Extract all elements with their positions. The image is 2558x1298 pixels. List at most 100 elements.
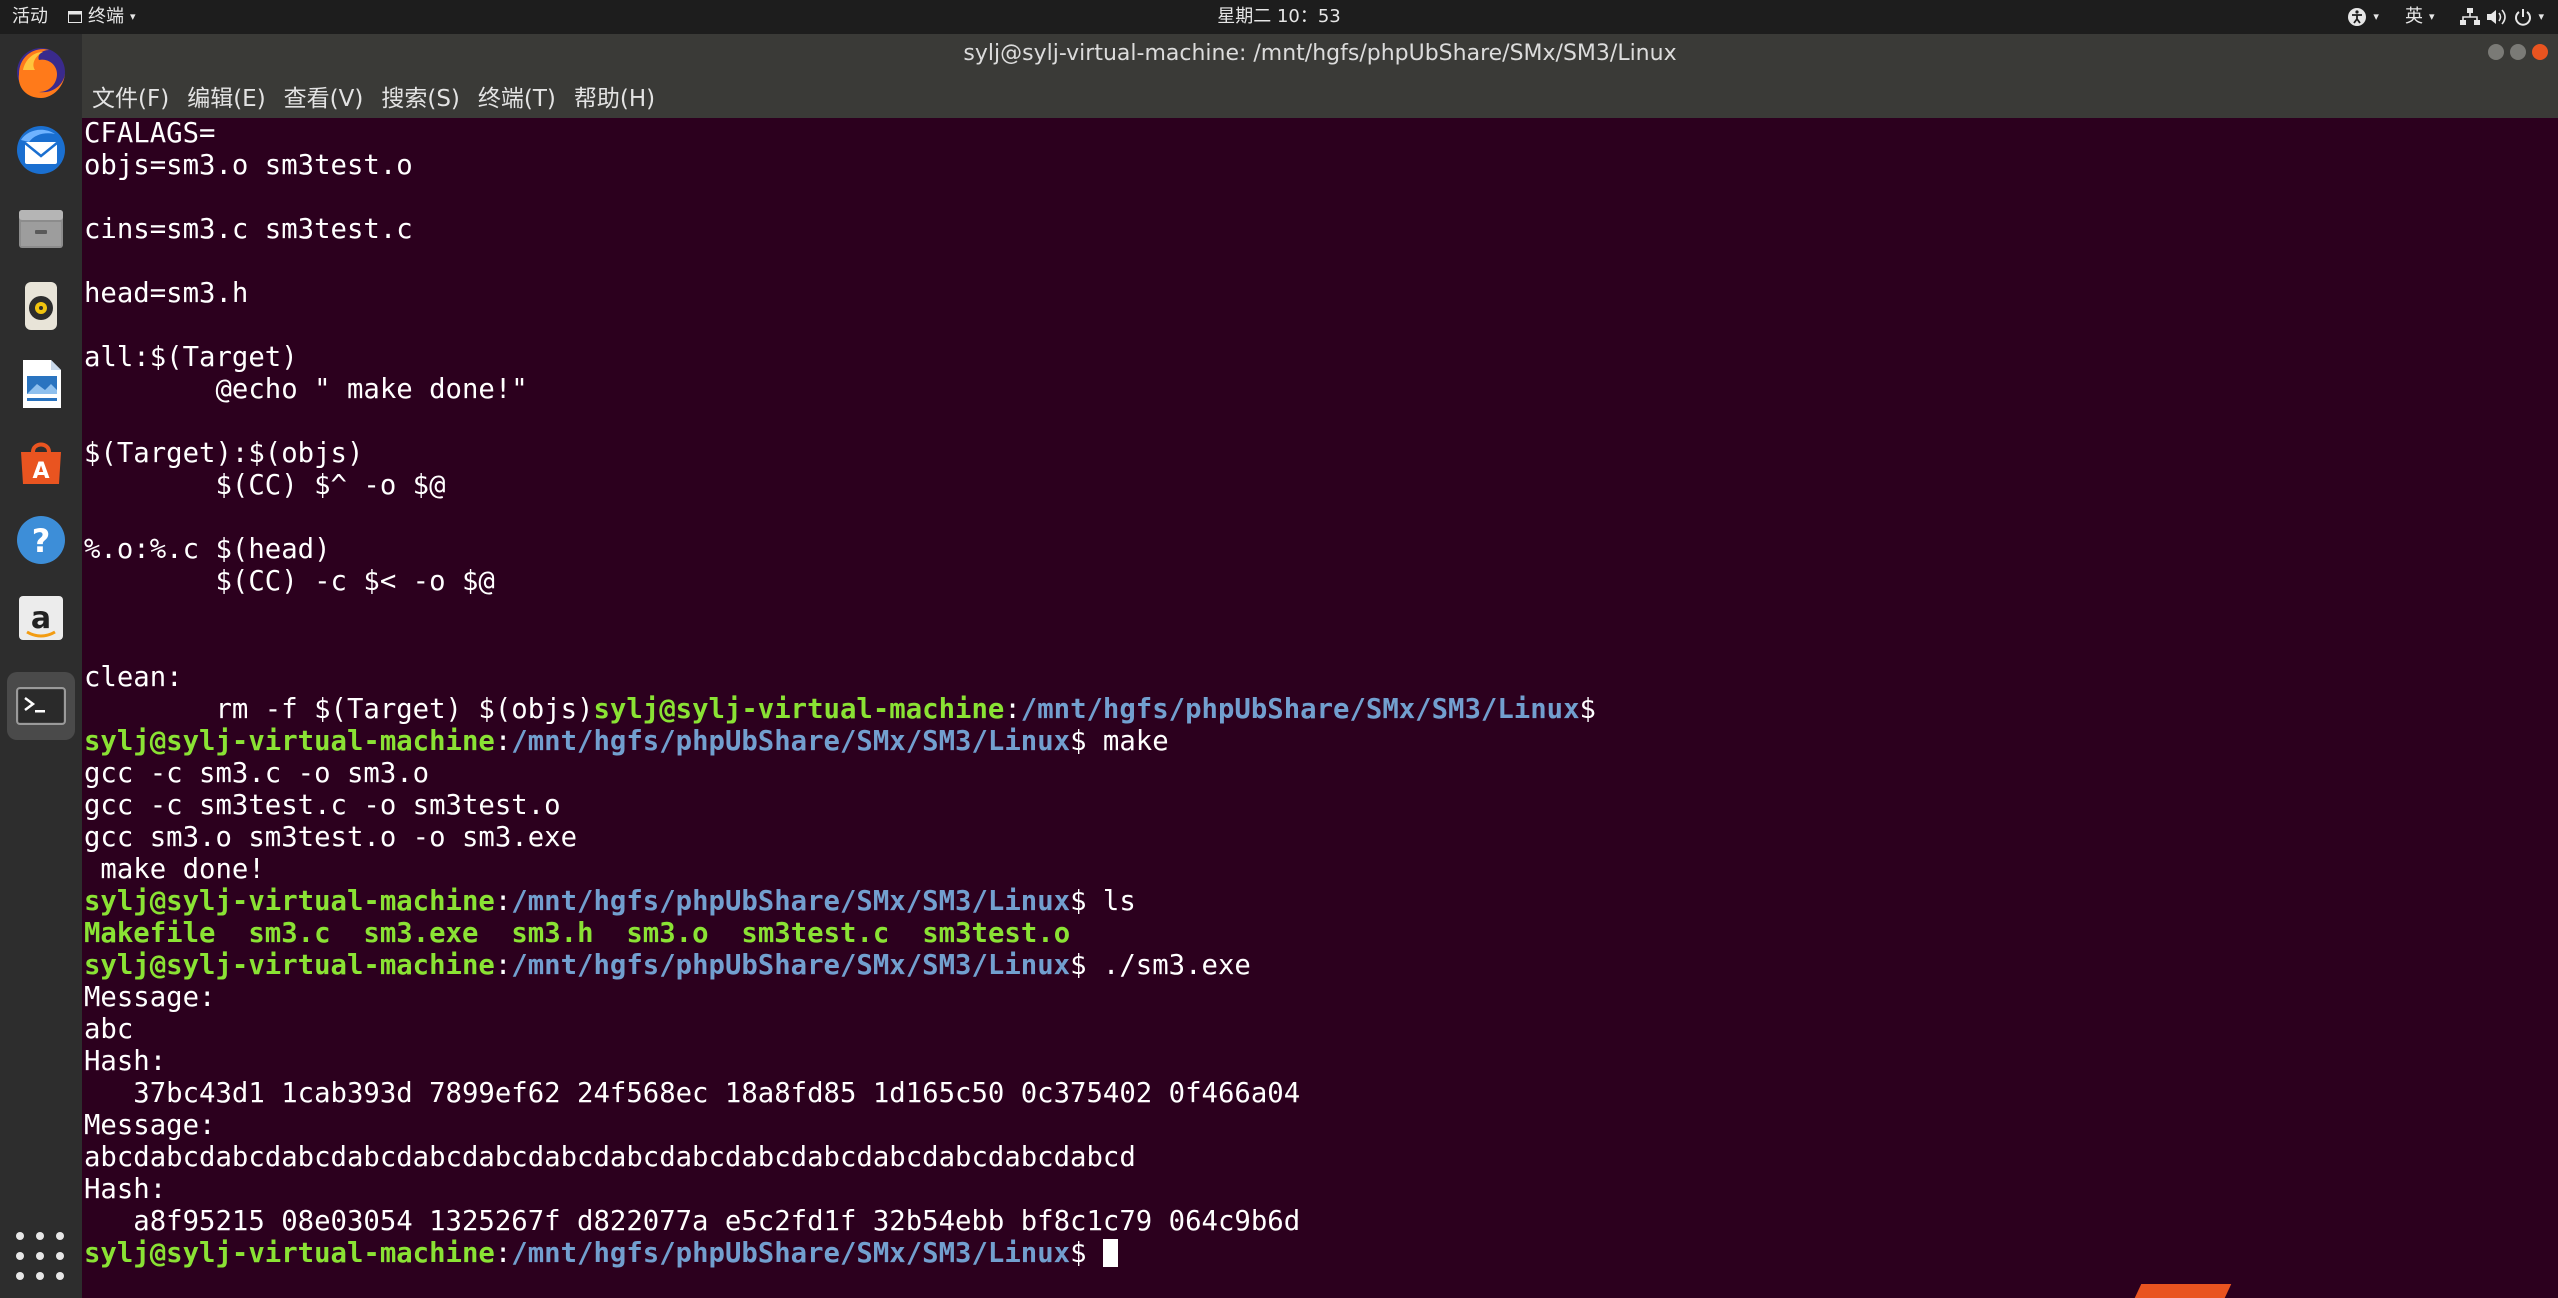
- menu-help[interactable]: 帮助(H): [572, 79, 657, 113]
- prompt-path: /mnt/hgfs/phpUbShare/SMx/SM3/Linux: [511, 886, 1071, 917]
- terminal-line: a8f95215 08e03054 1325267f d822077a e5c2…: [84, 1206, 1301, 1237]
- amazon-icon: a: [19, 596, 63, 640]
- command-text: ./sm3.exe: [1086, 950, 1251, 981]
- dock-item-firefox[interactable]: [7, 38, 75, 106]
- terminal-icon: [16, 687, 66, 725]
- prompt-path: /mnt/hgfs/phpUbShare/SMx/SM3/Linux: [1020, 694, 1580, 725]
- power-icon: [2515, 9, 2532, 26]
- terminal-line: clean:: [84, 662, 183, 693]
- terminal-line: %.o:%.c $(head): [84, 534, 331, 565]
- files-icon: [19, 210, 63, 248]
- window-titlebar[interactable]: sylj@sylj-virtual-machine: /mnt/hgfs/php…: [82, 34, 2558, 74]
- terminal-line: gcc -c sm3test.c -o sm3test.o: [84, 790, 561, 821]
- terminal-line: sylj@sylj-virtual-machine:/mnt/hgfs/phpU…: [84, 726, 1169, 757]
- thunderbird-icon: [17, 126, 65, 174]
- menu-terminal[interactable]: 终端(T): [476, 79, 558, 113]
- menu-edit[interactable]: 编辑(E): [185, 79, 267, 113]
- window-title: sylj@sylj-virtual-machine: /mnt/hgfs/php…: [963, 41, 1677, 66]
- svg-text:a: a: [31, 601, 51, 636]
- terminal-line: abc: [84, 1014, 134, 1045]
- prompt-user: sylj@sylj-virtual-machine: [84, 950, 495, 981]
- svg-text:?: ?: [32, 522, 51, 560]
- apps-grid-dot: [56, 1252, 64, 1260]
- terminal-line: $(CC) $^ -o $@: [84, 470, 446, 501]
- menu-file[interactable]: 文件(F): [90, 79, 171, 113]
- terminal-line: Message:: [84, 982, 216, 1013]
- dock-item-thunderbird[interactable]: [7, 116, 75, 184]
- input-method-label: 英: [2404, 6, 2423, 27]
- terminal-line: CFALAGS=: [84, 118, 216, 149]
- terminal-line: make done!: [84, 854, 265, 885]
- prompt-symbol: $: [1070, 886, 1087, 917]
- apps-grid-dot: [36, 1232, 44, 1240]
- terminal-line: abcdabcdabcdabcdabcdabcdabcdabcdabcdabcd…: [84, 1142, 1136, 1173]
- terminal-output[interactable]: CFALAGS= objs=sm3.o sm3test.o cins=sm3.c…: [82, 118, 2558, 1298]
- terminal-text: rm -f $(Target) $(objs): [84, 694, 594, 725]
- software-center-icon: A: [21, 442, 61, 484]
- prompt-path: /mnt/hgfs/phpUbShare/SMx/SM3/Linux: [511, 950, 1071, 981]
- ls-file: sm3test.o: [922, 918, 1071, 949]
- terminal-line: gcc sm3.o sm3test.o -o sm3.exe: [84, 822, 578, 853]
- close-button[interactable]: [2532, 44, 2548, 60]
- accessibility-menu[interactable]: ▾: [2347, 0, 2379, 34]
- dock-item-writer[interactable]: [7, 350, 75, 418]
- dock-item-help[interactable]: ?: [7, 506, 75, 574]
- menu-view[interactable]: 查看(V): [282, 79, 366, 113]
- volume-icon: [2487, 9, 2507, 25]
- app-name: 终端: [88, 6, 124, 27]
- prompt-path: /mnt/hgfs/phpUbShare/SMx/SM3/Linux: [511, 1238, 1071, 1269]
- terminal-line: rm -f $(Target) $(objs)sylj@sylj-virtual…: [84, 694, 1596, 725]
- input-method-menu[interactable]: 英 ▾: [2405, 0, 2435, 34]
- network-icon: [2460, 8, 2481, 25]
- prompt-path: /mnt/hgfs/phpUbShare/SMx/SM3/Linux: [511, 726, 1071, 757]
- dock: A ? a: [0, 34, 82, 1298]
- prompt-user: sylj@sylj-virtual-machine: [84, 726, 495, 757]
- top-bar: 活动 终端 ▾ 星期二 10：53 ▾ 英 ▾ ▾: [0, 0, 2558, 34]
- menu-bar: 文件(F) 编辑(E) 查看(V) 搜索(S) 终端(T) 帮助(H): [82, 74, 2558, 118]
- activities-button[interactable]: 活动: [12, 0, 48, 34]
- chevron-down-icon: ▾: [2538, 10, 2544, 23]
- clock[interactable]: 星期二 10：53: [1217, 6, 1341, 27]
- ls-file: sm3.o: [626, 918, 709, 949]
- menu-search[interactable]: 搜索(S): [379, 79, 462, 113]
- dock-item-amazon[interactable]: a: [7, 584, 75, 652]
- terminal-line: @echo " make done!": [84, 374, 528, 405]
- dock-item-files[interactable]: [7, 194, 75, 262]
- apps-grid-dot: [56, 1272, 64, 1280]
- ls-file: sm3.c: [248, 918, 331, 949]
- terminal-line: Hash:: [84, 1046, 167, 1077]
- terminal-line: sylj@sylj-virtual-machine:/mnt/hgfs/phpU…: [84, 886, 1136, 917]
- firefox-icon: [17, 48, 65, 98]
- prompt-user: sylj@sylj-virtual-machine: [593, 694, 1005, 725]
- system-menu[interactable]: ▾: [2460, 0, 2544, 34]
- app-menu-button[interactable]: 终端 ▾: [68, 0, 136, 34]
- chevron-down-icon: ▾: [130, 10, 136, 23]
- terminal-cursor: [1102, 1239, 1118, 1267]
- dock-item-terminal[interactable]: [7, 672, 75, 740]
- prompt-user: sylj@sylj-virtual-machine: [84, 1238, 495, 1269]
- terminal-line: 37bc43d1 1cab393d 7899ef62 24f568ec 18a8…: [84, 1078, 1301, 1109]
- terminal-line: all:$(Target): [84, 342, 298, 373]
- minimize-button[interactable]: [2488, 44, 2504, 60]
- prompt-symbol: $: [1070, 1238, 1087, 1269]
- rhythmbox-icon: [25, 282, 57, 330]
- terminal-line: objs=sm3.o sm3test.o: [84, 150, 413, 181]
- terminal-line: Message:: [84, 1110, 216, 1141]
- apps-grid-dot: [16, 1272, 24, 1280]
- maximize-button[interactable]: [2510, 44, 2526, 60]
- background-window-edge: [2134, 1284, 2232, 1298]
- svg-text:A: A: [32, 459, 49, 484]
- show-applications-button[interactable]: [16, 1232, 64, 1280]
- dock-item-software[interactable]: A: [7, 428, 75, 496]
- terminal-line: Hash:: [84, 1174, 167, 1205]
- apps-grid-dot: [36, 1252, 44, 1260]
- chevron-down-icon: ▾: [2428, 10, 2435, 23]
- terminal-line: head=sm3.h: [84, 278, 249, 309]
- command-text: ls: [1086, 886, 1136, 917]
- dock-item-rhythmbox[interactable]: [7, 272, 75, 340]
